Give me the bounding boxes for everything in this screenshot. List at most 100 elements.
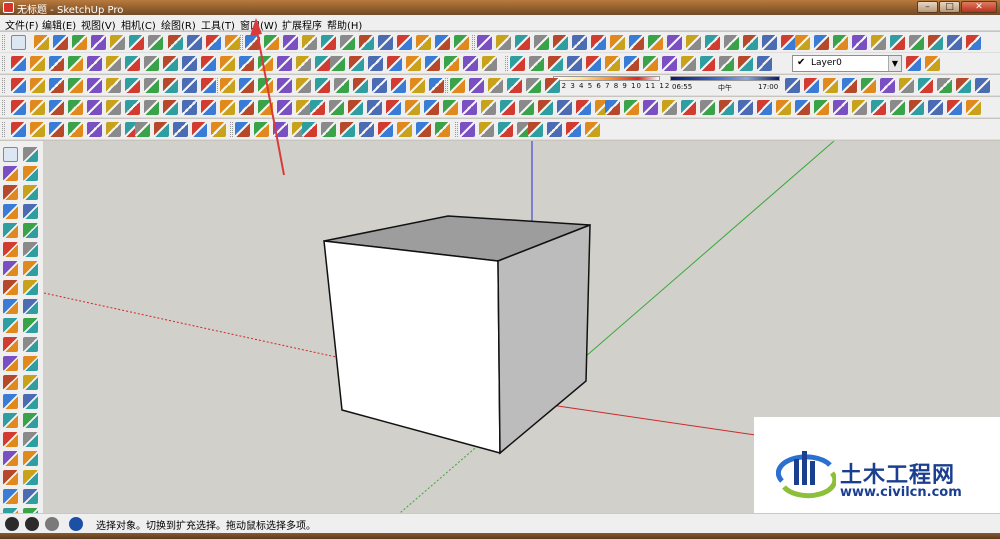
toolbar-tool-icon[interactable]: [49, 100, 64, 115]
toolbar-tool-icon[interactable]: [462, 100, 477, 115]
toolbar-tool-icon[interactable]: [460, 122, 475, 137]
toolbar-tool-icon[interactable]: [11, 56, 26, 71]
toolbar-tool-icon[interactable]: [823, 78, 838, 93]
menu-draw[interactable]: 绘图(R): [161, 17, 196, 32]
toolbar-tool-icon[interactable]: [68, 100, 83, 115]
palette-tool-icon[interactable]: [3, 147, 18, 162]
toolbar-tool-icon[interactable]: [529, 56, 544, 71]
toolbar-tool-icon[interactable]: [30, 78, 45, 93]
toolbar-tool-icon[interactable]: [871, 100, 886, 115]
palette-tool-icon[interactable]: [3, 318, 18, 333]
toolbar-tool-icon[interactable]: [11, 35, 26, 50]
toolbar-tool-icon[interactable]: [443, 100, 458, 115]
toolbar-tool-icon[interactable]: [795, 35, 810, 50]
toolbar-tool-icon[interactable]: [154, 122, 169, 137]
geo-location-icon[interactable]: [5, 517, 19, 531]
toolbar-tool-icon[interactable]: [566, 122, 581, 137]
toolbar-tool-icon[interactable]: [572, 35, 587, 50]
toolbar-tool-icon[interactable]: [510, 56, 525, 71]
palette-tool-icon[interactable]: [23, 394, 38, 409]
toolbar-tool-icon[interactable]: [302, 122, 317, 137]
toolbar-tool-icon[interactable]: [310, 100, 325, 115]
menu-edit[interactable]: 编辑(E): [42, 17, 76, 32]
palette-tool-icon[interactable]: [3, 166, 18, 181]
toolbar-grip[interactable]: [2, 122, 5, 137]
toolbar-tool-icon[interactable]: [643, 100, 658, 115]
toolbar-tool-icon[interactable]: [947, 100, 962, 115]
toolbar-tool-icon[interactable]: [852, 100, 867, 115]
toolbar-grip[interactable]: [455, 122, 458, 137]
toolbar-tool-icon[interactable]: [519, 100, 534, 115]
toolbar-tool-icon[interactable]: [315, 78, 330, 93]
toolbar-tool-icon[interactable]: [49, 78, 64, 93]
toolbar-tool-icon[interactable]: [387, 56, 402, 71]
shadow-month-slider[interactable]: 1 2 3 4 5 6 7 8 9 10 11 12: [553, 76, 669, 95]
palette-tool-icon[interactable]: [3, 413, 18, 428]
toolbar-tool-icon[interactable]: [724, 35, 739, 50]
toolbar-tool-icon[interactable]: [496, 35, 511, 50]
palette-tool-icon[interactable]: [3, 470, 18, 485]
toolbar-tool-icon[interactable]: [321, 35, 336, 50]
toolbar-tool-icon[interactable]: [87, 56, 102, 71]
palette-tool-icon[interactable]: [3, 451, 18, 466]
toolbar-tool-icon[interactable]: [378, 35, 393, 50]
toolbar-grip[interactable]: [2, 100, 5, 115]
toolbar-tool-icon[interactable]: [681, 100, 696, 115]
toolbar-tool-icon[interactable]: [302, 35, 317, 50]
toolbar-tool-icon[interactable]: [719, 56, 734, 71]
toolbar-tool-icon[interactable]: [315, 56, 330, 71]
toolbar-tool-icon[interactable]: [890, 35, 905, 50]
toolbar-tool-icon[interactable]: [110, 35, 125, 50]
toolbar-tool-icon[interactable]: [378, 122, 393, 137]
toolbar-tool-icon[interactable]: [662, 100, 677, 115]
toolbar-tool-icon[interactable]: [507, 78, 522, 93]
toolbar-tool-icon[interactable]: [410, 78, 425, 93]
toolbar-tool-icon[interactable]: [488, 78, 503, 93]
toolbar-tool-icon[interactable]: [743, 35, 758, 50]
toolbar-grip[interactable]: [230, 122, 233, 137]
toolbar-tool-icon[interactable]: [429, 78, 444, 93]
toolbar-tool-icon[interactable]: [368, 56, 383, 71]
palette-tool-icon[interactable]: [3, 356, 18, 371]
toolbar-grip[interactable]: [505, 56, 508, 71]
toolbar-tool-icon[interactable]: [662, 56, 677, 71]
toolbar-tool-icon[interactable]: [795, 100, 810, 115]
toolbar-tool-icon[interactable]: [106, 122, 121, 137]
palette-tool-icon[interactable]: [23, 375, 38, 390]
toolbar-tool-icon[interactable]: [163, 100, 178, 115]
toolbar-tool-icon[interactable]: [757, 56, 772, 71]
toolbar-tool-icon[interactable]: [201, 56, 216, 71]
toolbar-tool-icon[interactable]: [34, 35, 49, 50]
palette-tool-icon[interactable]: [3, 223, 18, 238]
menu-tools[interactable]: 工具(T): [201, 17, 235, 32]
toolbar-tool-icon[interactable]: [909, 35, 924, 50]
toolbar-tool-icon[interactable]: [49, 56, 64, 71]
toolbar-tool-icon[interactable]: [585, 122, 600, 137]
toolbar-tool-icon[interactable]: [776, 100, 791, 115]
toolbar-tool-icon[interactable]: [416, 122, 431, 137]
toolbar-tool-icon[interactable]: [553, 35, 568, 50]
cube-front-face[interactable]: [323, 240, 501, 454]
palette-tool-icon[interactable]: [23, 413, 38, 428]
toolbar-tool-icon[interactable]: [528, 122, 543, 137]
toolbar-tool-icon[interactable]: [762, 35, 777, 50]
palette-tool-icon[interactable]: [23, 451, 38, 466]
minimize-button[interactable]: –: [917, 1, 938, 13]
palette-tool-icon[interactable]: [23, 299, 38, 314]
toolbar-tool-icon[interactable]: [444, 56, 459, 71]
toolbar-tool-icon[interactable]: [372, 78, 387, 93]
menu-view[interactable]: 视图(V): [81, 17, 116, 32]
toolbar-tool-icon[interactable]: [135, 122, 150, 137]
toolbar-tool-icon[interactable]: [405, 100, 420, 115]
toolbar-tool-icon[interactable]: [956, 78, 971, 93]
toolbar-tool-icon[interactable]: [586, 56, 601, 71]
toolbar-tool-icon[interactable]: [220, 100, 235, 115]
toolbar-tool-icon[interactable]: [406, 56, 421, 71]
toolbar-tool-icon[interactable]: [425, 56, 440, 71]
toolbar-tool-icon[interactable]: [391, 78, 406, 93]
toolbar-tool-icon[interactable]: [68, 56, 83, 71]
toolbar-tool-icon[interactable]: [966, 35, 981, 50]
toolbar-tool-icon[interactable]: [757, 100, 772, 115]
toolbar-tool-icon[interactable]: [386, 100, 401, 115]
toolbar-tool-icon[interactable]: [329, 100, 344, 115]
